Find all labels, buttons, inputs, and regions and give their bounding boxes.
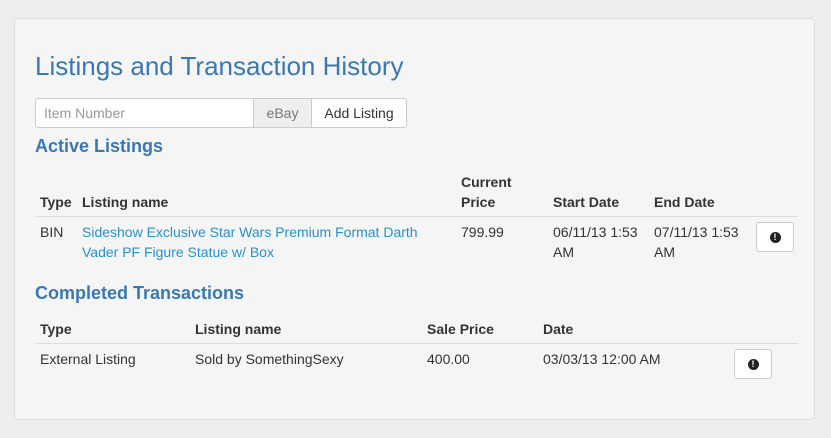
column-header-listing-name: Listing name <box>77 168 456 217</box>
listing-type: BIN <box>40 224 64 240</box>
column-header-actions <box>729 315 798 344</box>
transaction-name: Sold by SomethingSexy <box>195 351 344 367</box>
active-listings-table: Type Listing name Current Price Start Da… <box>35 168 798 267</box>
add-listing-group: eBay Add Listing <box>35 98 407 128</box>
sale-date: 03/03/13 12:00 AM <box>543 351 661 367</box>
report-transaction-button[interactable]: ! <box>734 349 772 379</box>
ebay-addon: eBay <box>254 98 312 128</box>
page-title: Listings and Transaction History <box>35 51 404 81</box>
table-row: BIN Sideshow Exclusive Star Wars Premium… <box>35 217 798 268</box>
column-header-listing-name: Listing name <box>190 315 422 344</box>
start-date: 06/11/13 1:53 AM <box>553 224 638 260</box>
end-date: 07/11/13 1:53 AM <box>654 224 739 260</box>
table-header-row: Type Listing name Sale Price Date <box>35 315 798 344</box>
column-header-date: Date <box>538 315 729 344</box>
column-header-sale-price: Sale Price <box>422 315 538 344</box>
completed-transactions-table: Type Listing name Sale Price Date Extern… <box>35 315 798 384</box>
column-header-actions <box>751 168 798 217</box>
table-row: External Listing Sold by SomethingSexy 4… <box>35 344 798 385</box>
report-listing-button[interactable]: ! <box>756 222 794 252</box>
exclamation-circle-icon: ! <box>769 231 781 243</box>
table-header-row: Type Listing name Current Price Start Da… <box>35 168 798 217</box>
sale-price: 400.00 <box>427 351 470 367</box>
listings-panel: Listings and Transaction History eBay Ad… <box>14 18 815 420</box>
exclamation-circle-icon: ! <box>747 358 759 370</box>
item-number-input[interactable] <box>35 98 254 128</box>
add-listing-button[interactable]: Add Listing <box>312 98 407 128</box>
active-listings-title: Active Listings <box>35 136 164 156</box>
column-header-start-date: Start Date <box>548 168 649 217</box>
listing-name-link[interactable]: Sideshow Exclusive Star Wars Premium For… <box>82 224 418 260</box>
transaction-type: External Listing <box>40 351 136 367</box>
column-header-current-price: Current Price <box>456 168 548 217</box>
column-header-type: Type <box>35 168 77 217</box>
current-price: 799.99 <box>461 224 504 240</box>
column-header-end-date: End Date <box>649 168 751 217</box>
column-header-type: Type <box>35 315 190 344</box>
completed-transactions-title: Completed Transactions <box>35 283 245 303</box>
